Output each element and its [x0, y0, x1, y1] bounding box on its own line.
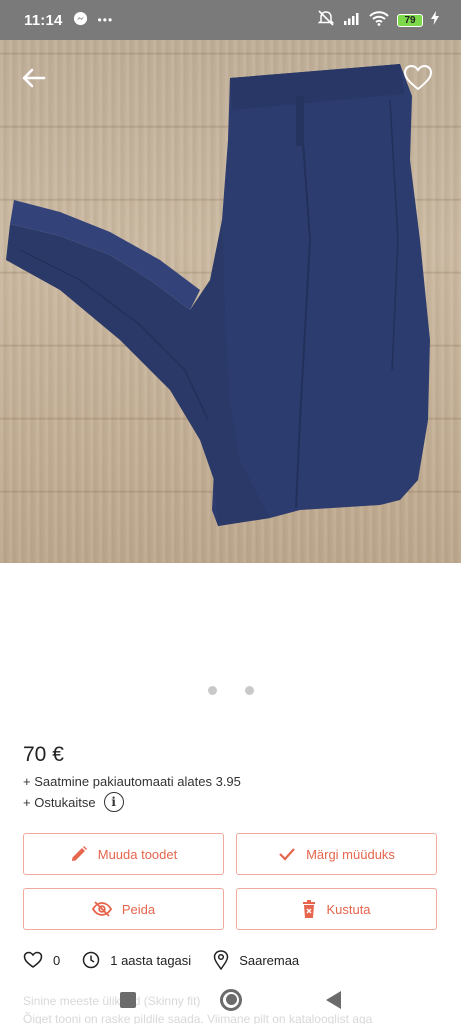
product-photo[interactable]	[0, 40, 461, 563]
price: 70 €	[23, 743, 64, 766]
pager-dot[interactable]	[207, 686, 217, 695]
home-button[interactable]	[220, 988, 242, 1011]
hide-button[interactable]: Peida	[23, 888, 224, 930]
hide-label: Peida	[121, 901, 156, 917]
status-time: 11:14	[24, 11, 63, 29]
signal-icon	[343, 11, 361, 29]
trash-icon	[303, 900, 316, 918]
heart-icon	[23, 951, 43, 968]
edit-product-label: Muuda toodet	[97, 846, 178, 862]
recent-apps-button[interactable]	[120, 991, 136, 1008]
listing-meta: 0 1 aasta tagasi Saaremaa	[23, 950, 321, 970]
likes-value: 0	[53, 952, 61, 968]
back-button[interactable]	[20, 66, 50, 90]
trousers-illustration	[6, 64, 430, 526]
back-nav-button[interactable]	[326, 990, 341, 1009]
home-icon	[225, 994, 237, 1005]
favorite-button[interactable]	[403, 64, 433, 92]
posted-value: 1 aasta tagasi	[110, 952, 192, 968]
mark-sold-button[interactable]: Märgi müüduks	[236, 833, 437, 875]
wifi-icon	[369, 10, 389, 30]
shipping-info: + Saatmine pakiautomaati alates 3.95	[23, 774, 241, 789]
mark-sold-label: Märgi müüduks	[306, 846, 395, 862]
description-line: Õiget tooni on raske pildile saada. Viim…	[23, 1012, 373, 1024]
more-dots-icon: •••	[97, 13, 114, 27]
info-icon[interactable]: i	[103, 792, 124, 812]
heart-outline-icon	[403, 64, 433, 91]
location-pin-icon	[213, 950, 229, 970]
charging-icon	[431, 11, 439, 29]
image-pager	[0, 686, 461, 695]
clock-icon	[82, 951, 100, 969]
buyer-protection: + Ostukaitse i	[23, 792, 124, 812]
messenger-icon	[73, 11, 88, 30]
delete-label: Kustuta	[326, 901, 371, 917]
posted-time: 1 aasta tagasi	[82, 951, 191, 969]
pager-dot[interactable]	[244, 686, 254, 695]
likes-count: 0	[23, 951, 60, 969]
buyer-protection-label: + Ostukaitse	[23, 794, 96, 810]
eye-off-icon	[91, 901, 112, 917]
checkmark-icon	[279, 848, 295, 861]
muted-icon	[317, 10, 335, 30]
status-bar: 11:14 ••• 79	[0, 0, 461, 40]
pencil-icon	[71, 846, 87, 861]
battery-icon: 79	[397, 13, 423, 27]
location-value: Saaremaa	[239, 952, 300, 968]
delete-button[interactable]: Kustuta	[236, 888, 437, 930]
location: Saaremaa	[213, 950, 299, 970]
arrow-left-icon	[22, 68, 46, 88]
edit-product-button[interactable]: Muuda toodet	[23, 833, 224, 875]
